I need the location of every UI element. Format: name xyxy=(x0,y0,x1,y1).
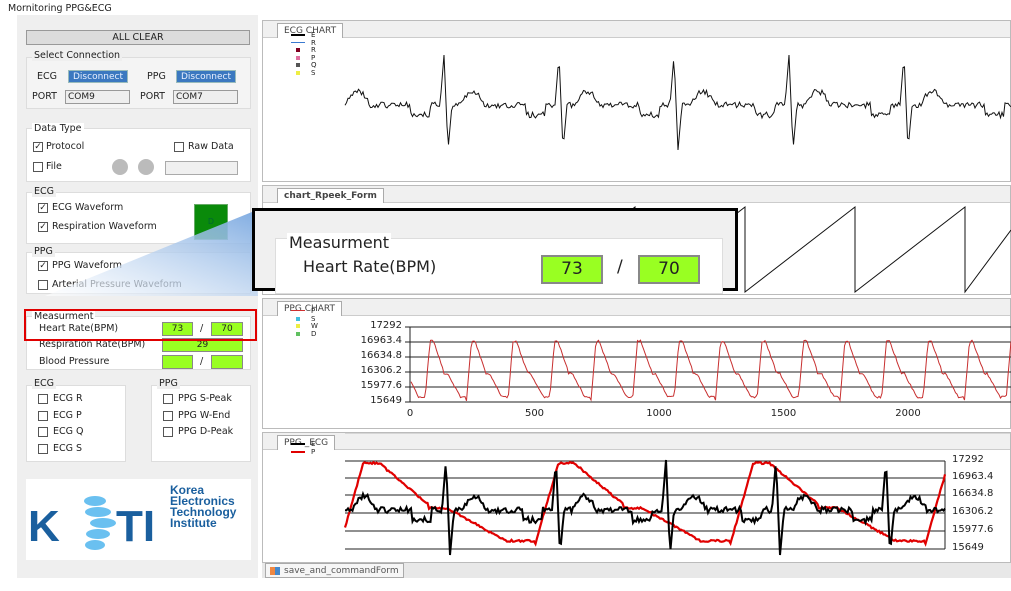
y-tick-label: 16634.8 xyxy=(952,488,994,499)
ecg-chart-panel: ECG CHART ERRPQS xyxy=(262,20,1011,182)
ppg-ecg-chart-panel: PPG _ECG EP xyxy=(262,432,1011,563)
legend-label: S xyxy=(311,68,316,77)
legend-line-icon xyxy=(291,41,305,43)
legend-marker-icon xyxy=(296,324,300,328)
x-tick-label: 2000 xyxy=(895,408,921,419)
form-icon xyxy=(270,567,280,575)
peak-checkbox[interactable] xyxy=(163,394,173,404)
svg-text:K: K xyxy=(28,502,62,551)
blood-pressure-diastolic xyxy=(211,355,243,369)
peak-checkbox[interactable] xyxy=(38,394,48,404)
peak-label: PPG W-End xyxy=(178,409,231,421)
y-tick-label: 16963.4 xyxy=(952,471,994,482)
tab-ppg-ecg[interactable]: PPG _ECG xyxy=(277,435,336,450)
peak-label: ECG S xyxy=(53,442,83,454)
blood-pressure-systolic xyxy=(162,355,193,369)
ecg-peaks-group: ECG ECG R ECG P ECG Q ECG S xyxy=(26,378,126,462)
tab-label: save_and_commandForm xyxy=(284,566,399,576)
x-tick-label: 500 xyxy=(524,408,545,419)
legend-line-icon xyxy=(291,34,305,36)
peak-label: ECG R xyxy=(53,393,83,404)
tab-ppg-chart[interactable]: PPG CHART xyxy=(277,301,342,316)
y-tick-label: 17292 xyxy=(952,454,984,465)
legend-label: D xyxy=(311,329,317,338)
peak-checkbox[interactable] xyxy=(163,427,173,437)
legend-line-icon xyxy=(291,310,305,311)
bottom-tabbar: save_and_commandForm xyxy=(262,563,1011,578)
legend-marker-icon xyxy=(296,316,300,321)
peak-checkbox[interactable] xyxy=(38,410,48,421)
tab-save-and-command[interactable]: save_and_commandForm xyxy=(265,563,404,578)
peak-label: PPG D-Peak xyxy=(178,426,234,437)
y-tick-label: 16963.4 xyxy=(360,335,402,346)
x-tick-label: 1500 xyxy=(770,408,797,419)
callout-title: Measurment xyxy=(287,233,392,252)
legend-marker-icon xyxy=(296,331,300,336)
svg-text:TI: TI xyxy=(116,502,155,551)
legend-label: P xyxy=(311,447,316,456)
x-tick-label: 1000 xyxy=(646,408,672,419)
y-tick-label: 15977.6 xyxy=(360,380,402,391)
callout-heart-rate-label: Heart Rate(BPM) xyxy=(303,257,437,276)
separator: / xyxy=(617,257,623,277)
keti-logo: K TI Korea Electronics Technology Institute xyxy=(26,479,251,560)
peak-checkbox[interactable] xyxy=(163,410,173,421)
separator: / xyxy=(200,356,204,367)
y-tick-label: 17292 xyxy=(370,320,402,331)
peak-checkbox[interactable] xyxy=(38,427,48,437)
tab-rpeek[interactable]: chart_Rpeek_Form xyxy=(277,188,384,203)
legend-marker-icon xyxy=(296,70,300,75)
x-tick-label: 0 xyxy=(406,408,414,419)
y-tick-label: 16306.2 xyxy=(360,365,402,376)
zoom-callout: Measurment Heart Rate(BPM) 73 / 70 xyxy=(252,208,738,294)
ppg-peaks-group: PPG PPG S-Peak PPG W-End PPG D-Peak xyxy=(151,378,251,462)
peak-label: ECG Q xyxy=(53,426,84,437)
legend-marker-icon xyxy=(296,55,300,60)
legend-marker-icon xyxy=(296,48,300,52)
legend-marker-icon xyxy=(296,63,300,67)
legend-line-icon xyxy=(291,443,305,445)
y-tick-label: 15649 xyxy=(370,395,402,406)
peak-checkbox[interactable] xyxy=(38,443,48,454)
legend-line-icon xyxy=(291,450,305,453)
peak-label: PPG S-Peak xyxy=(178,393,232,404)
y-tick-label: 15649 xyxy=(952,542,984,553)
callout-hr-ppg: 70 xyxy=(638,255,700,284)
y-tick-label: 15977.6 xyxy=(952,524,994,535)
y-tick-label: 16634.8 xyxy=(360,350,402,361)
logo-text: Institute xyxy=(170,516,217,530)
y-tick-label: 16306.2 xyxy=(952,506,994,517)
peak-label: ECG P xyxy=(53,409,82,421)
callout-hr-ecg: 73 xyxy=(541,255,603,284)
group-label: PPG xyxy=(157,378,180,389)
blood-pressure-label: Blood Pressure xyxy=(39,356,110,367)
group-label: ECG xyxy=(32,378,56,389)
highlight-box xyxy=(24,309,257,341)
